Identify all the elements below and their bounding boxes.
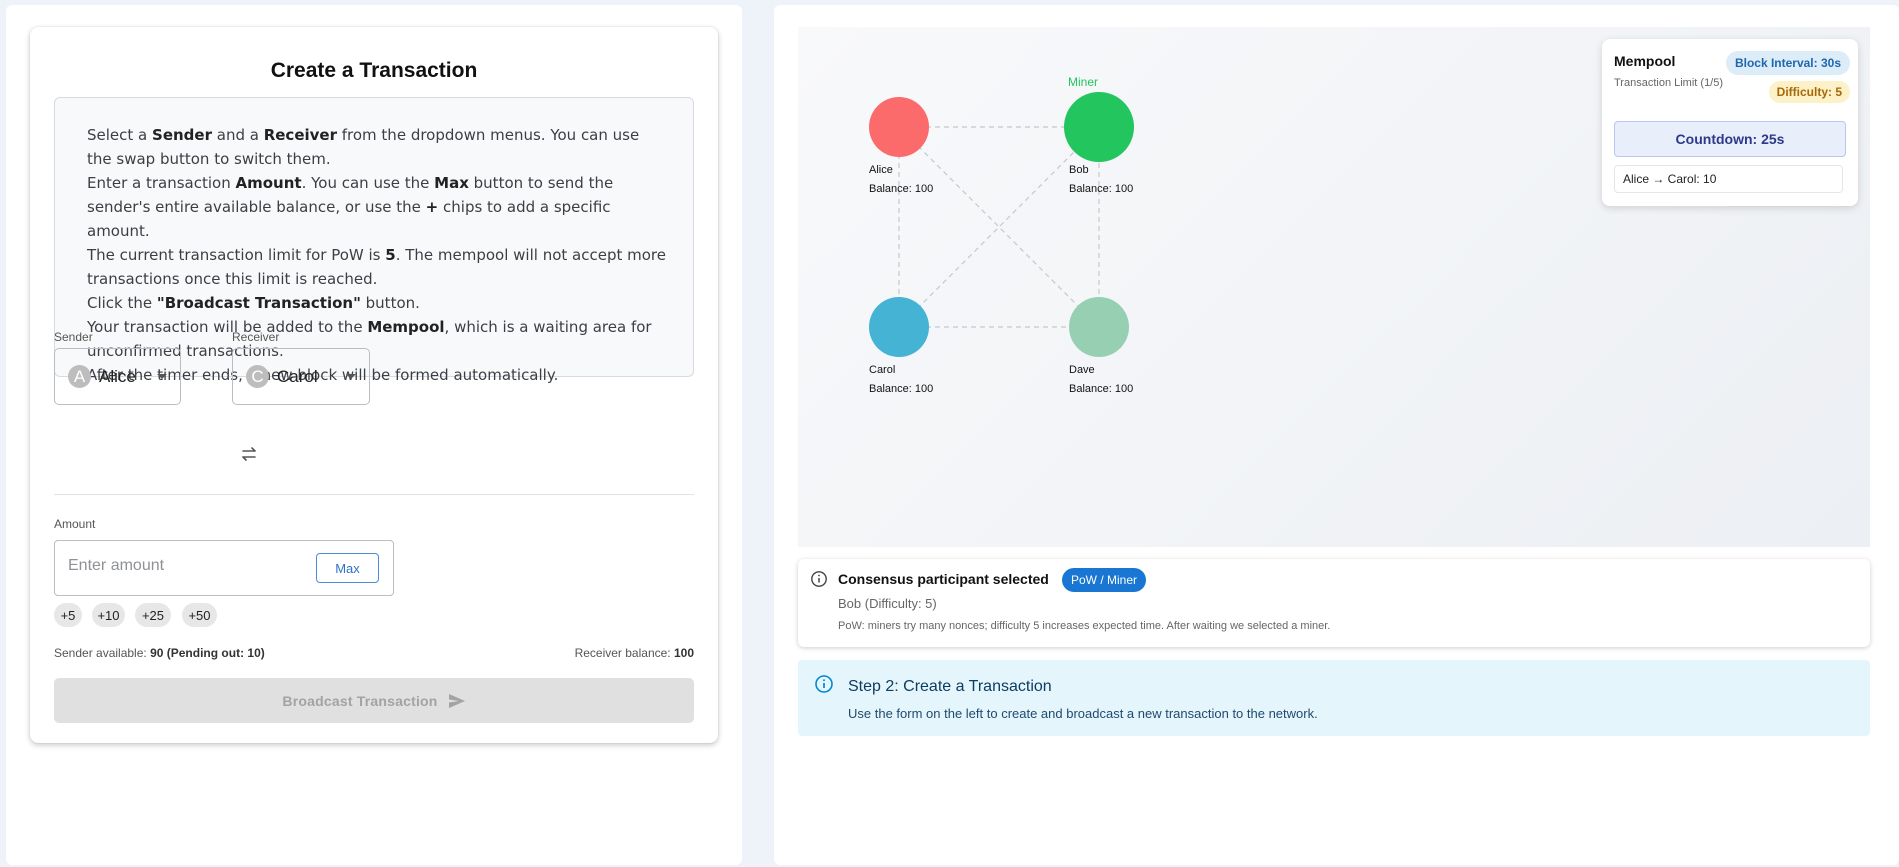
mempool-transaction: Alice → Carol: 10 [1614, 165, 1843, 193]
instruction-text: . You can use the [301, 174, 435, 192]
node-label-bob: Bob Balance: 100 [1069, 161, 1133, 199]
receiver-balance: Receiver balance: 100 [575, 646, 694, 660]
instruction-text: Click the [87, 294, 157, 312]
pow-miner-badge: PoW / Miner [1062, 568, 1147, 592]
receiver-value: Carol [277, 366, 318, 386]
instruction-bold: Mempool [367, 318, 445, 336]
node-balance: Balance: 100 [869, 383, 934, 395]
node-label-dave: Dave Balance: 100 [1069, 361, 1133, 399]
instruction-text: Select a [87, 126, 153, 144]
receiver-balance-value: 100 [673, 646, 694, 660]
instruction-bold: Sender [152, 126, 212, 144]
node-balance: Balance: 100 [1069, 183, 1134, 195]
chip-plus-10[interactable]: +10 [92, 603, 125, 627]
broadcast-transaction-button[interactable]: Broadcast Transaction [54, 678, 694, 723]
sender-available-value: 90 (Pending out: 10) [150, 646, 265, 660]
divider [54, 494, 694, 495]
step-text: Use the form on the left to create and b… [848, 706, 1318, 721]
consensus-title: Consensus participant selected [838, 571, 1049, 587]
sender-label: Sender [54, 330, 93, 344]
step-alert: Step 2: Create a Transaction Use the for… [798, 660, 1870, 736]
instruction-bold: Max [434, 174, 469, 192]
network-canvas: Miner Alice Balance: 100 Bob Balance: 10… [798, 27, 1870, 547]
consensus-selected: Bob (Difficulty: 5) [838, 596, 937, 611]
node-label-carol: Carol Balance: 100 [869, 361, 933, 399]
instruction-text: Enter a transaction [87, 174, 236, 192]
edge-bob-carol [898, 126, 1100, 328]
consensus-note: PoW: miners try many nonces; difficulty … [838, 620, 1331, 632]
node-name: Alice [869, 164, 893, 176]
miner-label: Miner [1068, 75, 1099, 89]
instruction-line: Enter a transaction Amount. You can use … [87, 171, 667, 243]
instruction-text: Your transaction will be added to the [87, 318, 368, 336]
consensus-card: Consensus participant selected PoW / Min… [798, 559, 1870, 647]
instruction-line: Select a Sender and a Receiver from the … [87, 123, 667, 171]
instruction-bold: 5 [385, 246, 396, 264]
instruction-line: Click the "Broadcast Transaction" button… [87, 291, 667, 315]
create-transaction-card: Create a Transaction Select a Sender and… [30, 27, 718, 743]
sender-available: Sender available: 90 (Pending out: 10) [54, 646, 265, 660]
node-balance: Balance: 100 [869, 183, 934, 195]
chevron-down-icon [346, 374, 356, 379]
receiver-avatar: C [246, 365, 269, 388]
left-panel: Create a Transaction Select a Sender and… [6, 5, 742, 865]
node-dave [1069, 297, 1129, 357]
edge-alice-dave [898, 126, 1100, 328]
instruction-bold: "Broadcast Transaction" [156, 294, 361, 312]
node-carol [869, 297, 929, 357]
broadcast-label: Broadcast Transaction [282, 692, 438, 709]
instructions-box: Select a Sender and a Receiver from the … [54, 97, 694, 384]
instruction-text: and a [211, 126, 264, 144]
transaction-limit: Transaction Limit (1/5) [1614, 77, 1724, 89]
node-name: Dave [1069, 364, 1095, 376]
instruction-line: The current transaction limit for PoW is… [87, 243, 667, 291]
card-title: Create a Transaction [270, 59, 478, 82]
amount-input[interactable] [68, 557, 288, 575]
chip-plus-50[interactable]: +50 [182, 603, 217, 627]
instruction-bold: + [425, 198, 439, 216]
max-button[interactable]: Max [316, 553, 379, 583]
step-title: Step 2: Create a Transaction [848, 678, 1052, 695]
difficulty-badge: Difficulty: 5 [1768, 81, 1850, 103]
instruction-text: The current transaction limit for PoW is [87, 246, 386, 264]
amount-field: Max [54, 540, 394, 596]
node-balance: Balance: 100 [1069, 383, 1134, 395]
info-icon [815, 675, 833, 693]
swap-icon [242, 447, 256, 461]
send-icon [448, 693, 465, 708]
chip-plus-25[interactable]: +25 [135, 603, 171, 627]
instruction-bold: Amount [235, 174, 302, 192]
countdown: Countdown: 25s [1614, 121, 1846, 157]
mempool-panel: Mempool Transaction Limit (1/5) Block In… [1602, 39, 1858, 206]
chip-plus-5[interactable]: +5 [54, 603, 82, 627]
node-alice [869, 97, 929, 157]
instruction-text: button. [360, 294, 420, 312]
swap-button[interactable] [236, 441, 262, 467]
info-icon [811, 571, 827, 587]
chevron-down-icon [157, 374, 167, 379]
amount-label: Amount [54, 517, 96, 531]
sender-avatar: A [68, 365, 91, 388]
mempool-title: Mempool [1614, 53, 1676, 69]
node-name: Carol [869, 364, 896, 376]
receiver-balance-label: Receiver balance: [574, 646, 674, 660]
node-label-alice: Alice Balance: 100 [869, 161, 933, 199]
block-interval-badge: Block Interval: 30s [1725, 51, 1850, 75]
receiver-label: Receiver [232, 330, 280, 344]
node-bob [1064, 92, 1134, 162]
node-name: Bob [1069, 164, 1089, 176]
sender-value: Alice [99, 366, 136, 386]
right-panel: Miner Alice Balance: 100 Bob Balance: 10… [774, 5, 1899, 865]
sender-available-label: Sender available: [54, 646, 151, 660]
sender-select[interactable]: A Alice [54, 348, 181, 405]
receiver-select[interactable]: C Carol [232, 348, 370, 405]
instruction-bold: Receiver [263, 126, 337, 144]
